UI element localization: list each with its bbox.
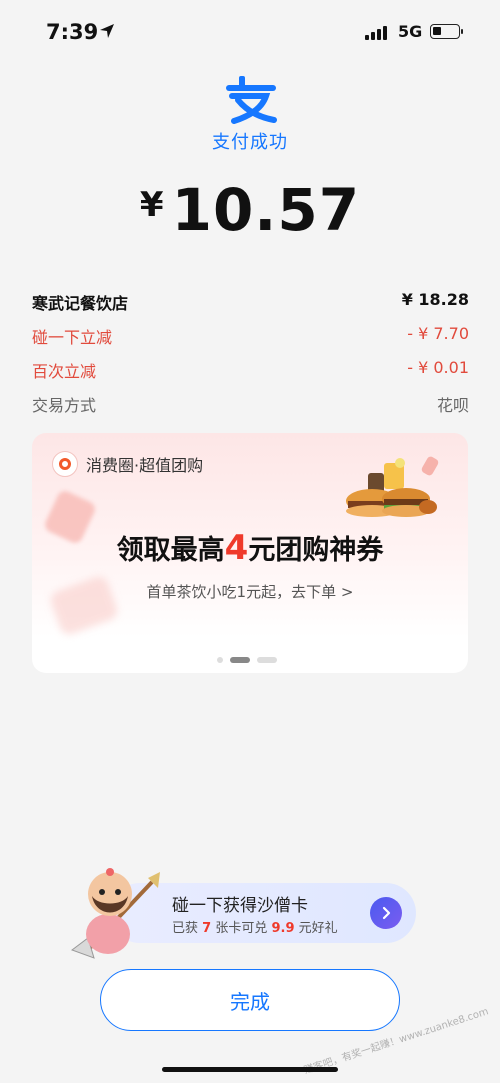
carousel-dot — [257, 657, 277, 663]
status-time: 7:39 — [46, 20, 99, 44]
title-number: 4 — [224, 528, 249, 568]
payment-method-label: 交易方式 — [32, 396, 97, 415]
discount-row: 百次立减 - ¥ 0.01 — [32, 358, 469, 386]
promo-title: 碰一下获得沙僧卡 — [172, 896, 308, 916]
banner-subtitle[interactable]: 首单茶饮小吃1元起，去下单 > — [32, 581, 468, 602]
promo-text: 张卡可兑 — [215, 921, 268, 936]
banner-header-text: 消费圈·超值团购 — [86, 456, 204, 475]
location-arrow-icon — [98, 22, 116, 44]
discount-row: 碰一下立减 - ¥ 7.70 — [32, 324, 469, 352]
discount-value: - ¥ 0.01 — [407, 358, 469, 377]
card-count: 7 — [202, 921, 212, 936]
title-suffix: 元团购神券 — [248, 535, 384, 566]
merchant-name: 寒武记餐饮店 — [32, 294, 129, 313]
consumer-circle-icon — [52, 451, 78, 477]
chevron-right-icon: > — [340, 583, 354, 601]
discount-label: 碰一下立减 — [32, 328, 113, 347]
original-price: ¥ 18.28 — [401, 290, 469, 309]
discount-label: 百次立减 — [32, 362, 97, 381]
banner-subtitle-text: 首单茶饮小吃1元起，去下单 — [146, 583, 337, 601]
home-indicator — [162, 1067, 338, 1072]
promo-arrow-button[interactable] — [370, 897, 402, 929]
promo-text: 已获 — [172, 921, 199, 936]
promo-text: 元好礼 — [298, 921, 338, 936]
promo-subtitle: 已获 7 张卡可兑 9.9 元好礼 — [172, 917, 338, 936]
signal-icon — [365, 26, 387, 40]
food-illustration-icon — [346, 458, 437, 517]
group-buy-banner[interactable]: 消费圈·超值团购 领取最高4元团购神券 首单茶饮小吃1元起，去下单 > — [32, 433, 468, 673]
payment-amount: ¥10.57 — [0, 176, 500, 244]
banner-header: 消费圈·超值团购 — [52, 451, 203, 477]
alipay-logo-icon — [226, 76, 277, 124]
status-bar: 7:39 5G — [0, 18, 500, 48]
currency-symbol: ¥ — [139, 185, 164, 225]
banner-title: 领取最高4元团购神券 — [32, 528, 468, 568]
carousel-dot — [217, 657, 223, 663]
payment-method-value: 花呗 — [436, 396, 469, 415]
payment-method-row: 交易方式 花呗 — [32, 392, 469, 420]
done-button[interactable]: 完成 — [100, 969, 400, 1031]
merchant-row: 寒武记餐饮店 ¥ 18.28 — [32, 290, 469, 318]
payment-status: 支付成功 — [212, 132, 288, 153]
chevron-right-icon — [382, 906, 391, 920]
monk-mascot-icon — [70, 868, 160, 959]
carousel-indicator — [217, 657, 277, 663]
promo-price: 9.9 — [271, 921, 295, 936]
title-prefix: 领取最高 — [116, 535, 225, 566]
carousel-dot-active — [230, 657, 250, 663]
amount-value: 10.57 — [171, 176, 361, 244]
network-type: 5G — [398, 22, 423, 41]
discount-value: - ¥ 7.70 — [407, 324, 469, 343]
battery-icon — [430, 24, 463, 39]
